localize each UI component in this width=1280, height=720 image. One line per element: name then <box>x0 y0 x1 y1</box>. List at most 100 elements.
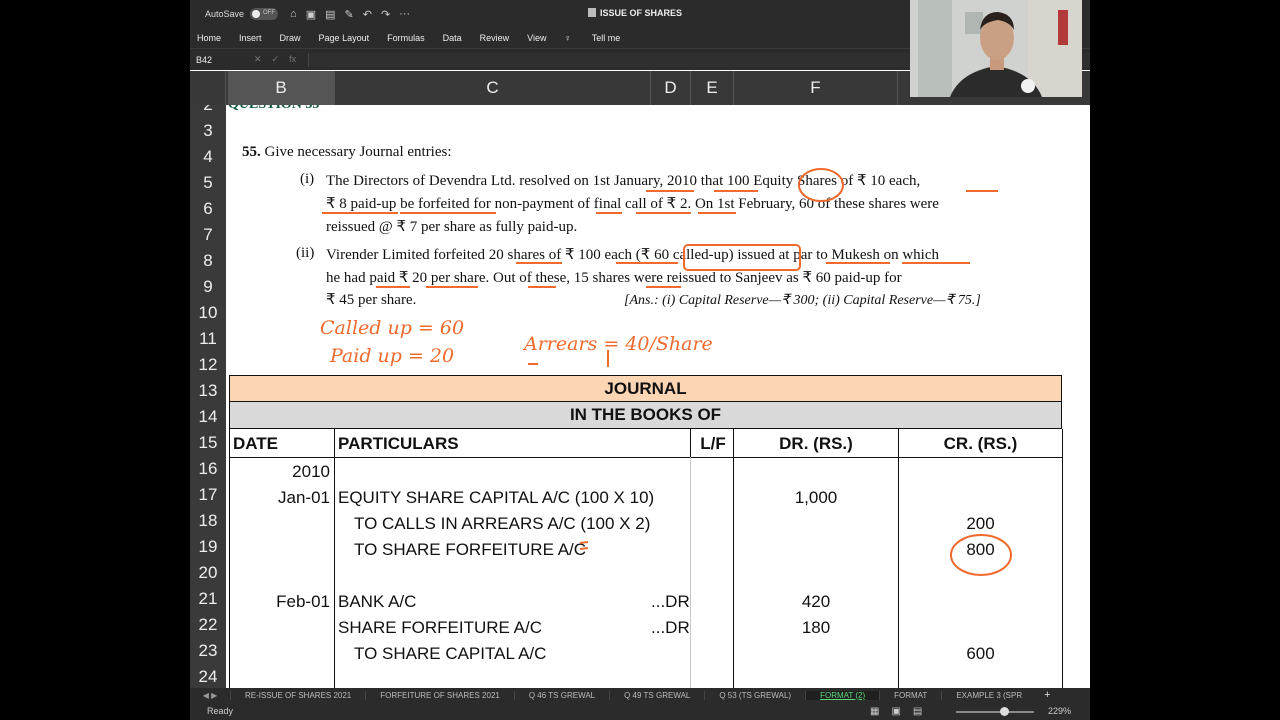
row-header-bar: 23456789101112131415161718192021222324 <box>190 105 226 688</box>
row-header[interactable]: 15 <box>190 430 226 456</box>
rule-lf <box>733 429 734 688</box>
page-break-view-icon[interactable]: ▤ <box>913 706 922 717</box>
column-header-e[interactable]: E <box>691 71 734 105</box>
sheet-tabs-bar: ◀ ▶ RE-ISSUE OF SHARES 2021 FORFEITURE O… <box>190 688 1090 702</box>
tell-me-box[interactable]: ♀ Tell me <box>565 33 639 43</box>
journal-dr-amount: 420 <box>801 592 831 611</box>
sheet-tab[interactable]: Q 46 TS GREWAL <box>513 690 609 700</box>
row-header[interactable]: 7 <box>190 222 226 248</box>
row-header[interactable]: 16 <box>190 456 226 482</box>
tab-review[interactable]: Review <box>480 33 510 43</box>
column-header-b[interactable]: B <box>228 71 335 105</box>
row-header[interactable]: 14 <box>190 404 226 430</box>
lightbulb-icon: ♀ <box>564 33 574 43</box>
row-header[interactable]: 4 <box>190 144 226 170</box>
column-header-d[interactable]: D <box>651 71 691 105</box>
row-header[interactable]: 21 <box>190 586 226 612</box>
rule-left <box>229 429 230 688</box>
rule-particulars-head <box>690 429 691 458</box>
row-header[interactable]: 3 <box>190 118 226 144</box>
sheet-tab[interactable]: FORFEITURE OF SHARES 2021 <box>365 690 514 700</box>
journal-dr-mark: ...DR <box>651 592 690 611</box>
excel-window: AutoSave OFF ⌂ ▣ ▤ ✎ ↶ ↷ ··· ISSUE OF SH… <box>190 0 1090 720</box>
header-underline <box>229 457 1062 458</box>
tab-page-layout[interactable]: Page Layout <box>319 33 370 43</box>
home-icon[interactable]: ⌂ <box>290 8 297 21</box>
row-header[interactable]: 9 <box>190 274 226 300</box>
status-ready: Ready <box>207 706 234 716</box>
sheet-tab-active[interactable]: FORMAT (2) <box>805 690 880 700</box>
zoom-slider[interactable] <box>956 707 1034 716</box>
header-dr: DR. (RS.) <box>779 434 853 453</box>
webcam-video <box>910 0 1082 97</box>
normal-view-icon[interactable]: ▦ <box>870 706 879 717</box>
journal-particulars: EQUITY SHARE CAPITAL A/C (100 X 10) <box>338 488 655 507</box>
sheet-tab[interactable]: Q 53 (TS GREWAL) <box>704 690 805 700</box>
journal-particulars: TO SHARE CAPITAL A/C <box>354 644 547 663</box>
select-all-corner[interactable] <box>190 71 226 105</box>
journal-particulars: TO SHARE FORFEITURE A/C <box>354 540 587 559</box>
worksheet-grid[interactable]: QUESTION 55 55. Give necessary Journal e… <box>226 105 1090 688</box>
row-header[interactable]: 23 <box>190 638 226 664</box>
row-header[interactable]: 17 <box>190 482 226 508</box>
journal-cr-amount: 200 <box>966 514 995 533</box>
save-icon[interactable]: ▣ <box>306 8 316 21</box>
cancel-icon[interactable]: ✕ <box>254 54 262 65</box>
name-box[interactable]: B42 <box>196 55 254 65</box>
header-lf: L/F <box>700 434 726 453</box>
journal-dr-amount: 1,000 <box>794 488 838 507</box>
presenter-image <box>910 0 1082 97</box>
tab-data[interactable]: Data <box>443 33 462 43</box>
row-header[interactable]: 19 <box>190 534 226 560</box>
header-particulars: PARTICULARS <box>338 434 459 453</box>
undo-icon[interactable]: ↶ <box>363 8 372 21</box>
edit-icon[interactable]: ✎ <box>345 8 354 21</box>
confirm-icon[interactable]: ✓ <box>272 54 280 65</box>
tab-draw[interactable]: Draw <box>280 33 301 43</box>
tab-formulas[interactable]: Formulas <box>387 33 425 43</box>
journal-date: Jan-01 <box>278 488 330 507</box>
header-cr: CR. (RS.) <box>943 434 1018 453</box>
question-image: QUESTION 55 55. Give necessary Journal e… <box>226 105 1054 373</box>
sheet-tab[interactable]: Q 49 TS GREWAL <box>609 690 704 700</box>
rule-particulars <box>690 457 691 688</box>
zoom-slider-thumb[interactable] <box>1000 707 1010 716</box>
row-header[interactable]: 13 <box>190 378 226 404</box>
row-header[interactable]: 18 <box>190 508 226 534</box>
print-icon[interactable]: ▤ <box>325 8 335 21</box>
row-header[interactable]: 20 <box>190 560 226 586</box>
row-header[interactable]: 10 <box>190 300 226 326</box>
row-header[interactable]: 5 <box>190 170 226 196</box>
add-sheet-icon[interactable]: + <box>1044 689 1050 701</box>
sheet-tab[interactable]: RE-ISSUE OF SHARES 2021 <box>230 690 365 700</box>
column-header-f[interactable]: F <box>734 71 898 105</box>
sheet-tab[interactable]: FORMAT <box>879 690 941 700</box>
row-header[interactable]: 11 <box>190 326 226 352</box>
tab-view[interactable]: View <box>527 33 546 43</box>
row-header[interactable]: 24 <box>190 664 226 688</box>
row-header[interactable]: 12 <box>190 352 226 378</box>
function-icon[interactable]: fx <box>289 54 296 65</box>
tab-home[interactable]: Home <box>197 33 221 43</box>
sheet-tab[interactable]: EXAMPLE 3 (SPR <box>941 690 1036 700</box>
autosave-toggle[interactable]: OFF <box>250 8 279 20</box>
row-header[interactable]: 22 <box>190 612 226 638</box>
zoom-level[interactable]: 229% <box>1048 706 1071 716</box>
column-header-c[interactable]: C <box>335 71 651 105</box>
tab-insert[interactable]: Insert <box>239 33 262 43</box>
rule-right <box>1062 429 1063 688</box>
journal-particulars: BANK A/C <box>338 592 417 611</box>
more-icon[interactable]: ··· <box>399 8 410 21</box>
row-header[interactable]: 6 <box>190 196 226 222</box>
page-layout-view-icon[interactable]: ▣ <box>891 706 900 717</box>
autosave-state: OFF <box>263 10 276 16</box>
row-header[interactable]: 8 <box>190 248 226 274</box>
journal-title: JOURNAL <box>229 375 1062 402</box>
redo-icon[interactable]: ↷ <box>381 8 390 21</box>
row-header[interactable]: 2 <box>190 105 226 118</box>
sheet-nav-arrows[interactable]: ◀ ▶ <box>190 691 230 700</box>
journal-date: Feb-01 <box>276 592 330 611</box>
journal-cr-amount: 800 <box>966 540 995 559</box>
journal-particulars: SHARE FORFEITURE A/C <box>338 618 543 637</box>
journal-dr-amount: 180 <box>801 618 831 637</box>
